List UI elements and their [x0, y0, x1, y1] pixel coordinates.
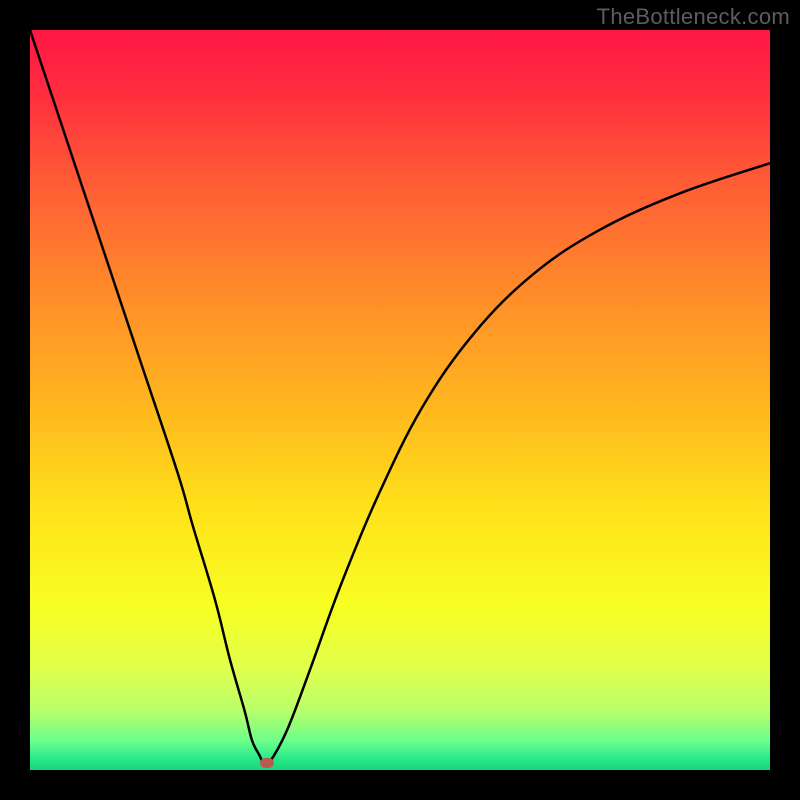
minimum-marker [260, 758, 274, 768]
chart-background [30, 30, 770, 770]
watermark-text: TheBottleneck.com [597, 4, 790, 30]
chart-frame: TheBottleneck.com [0, 0, 800, 800]
bottleneck-chart [30, 30, 770, 770]
